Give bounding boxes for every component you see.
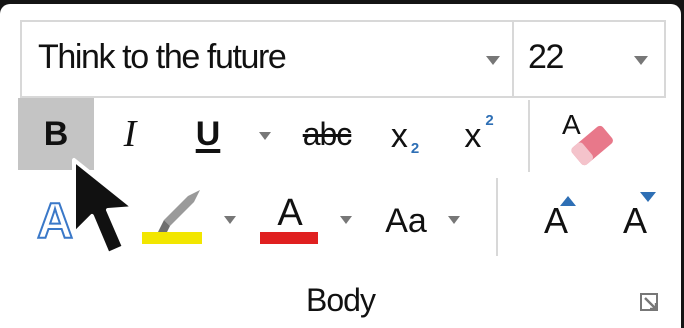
- font-color-letter: A: [277, 191, 303, 234]
- chevron-down-icon[interactable]: [634, 56, 648, 65]
- underline-button[interactable]: U: [188, 104, 228, 164]
- italic-label: I: [123, 113, 137, 155]
- clear-formatting-button[interactable]: A: [552, 102, 622, 172]
- change-case-button[interactable]: Aa: [378, 186, 434, 256]
- divider: [528, 100, 530, 172]
- subscript-x-label: x: [390, 116, 408, 155]
- font-ribbon-group: Think to the future 22 B I U abc x2 x2 A: [0, 4, 681, 328]
- eraser-icon: A: [562, 109, 613, 166]
- change-case-label: Aa: [385, 201, 427, 240]
- grow-font-button[interactable]: A: [526, 186, 586, 256]
- chevron-down-icon[interactable]: [486, 56, 500, 65]
- mouse-pointer-icon: [72, 158, 136, 256]
- bold-label: B: [43, 114, 69, 153]
- font-name-value[interactable]: Think to the future: [38, 38, 287, 77]
- underline-label: U: [195, 114, 221, 153]
- superscript-button[interactable]: x2: [454, 104, 504, 168]
- shrink-font-button[interactable]: A: [608, 186, 662, 256]
- superscript-x-label: x: [464, 116, 482, 155]
- strikethrough-label: abc: [302, 115, 353, 152]
- highlight-color-button[interactable]: [140, 186, 204, 256]
- shrink-font-label: A: [622, 200, 647, 241]
- italic-button[interactable]: I: [110, 104, 150, 164]
- grow-arrow-icon: [560, 196, 576, 206]
- paint-brush-icon: [156, 190, 200, 236]
- superscript-number-label: 2: [485, 111, 494, 129]
- strikethrough-button[interactable]: abc: [296, 104, 358, 164]
- divider: [496, 178, 498, 256]
- group-label: Body: [306, 282, 376, 318]
- subscript-button[interactable]: x2: [380, 104, 430, 168]
- shrink-arrow-icon: [640, 192, 656, 202]
- font-color-dropdown-icon[interactable]: [340, 216, 352, 224]
- font-name-combobox[interactable]: Think to the future: [20, 20, 512, 98]
- dialog-launcher-icon[interactable]: [639, 292, 661, 314]
- font-color-button[interactable]: A: [260, 186, 320, 256]
- font-size-combobox[interactable]: 22: [512, 20, 666, 98]
- subscript-number-label: 2: [410, 139, 420, 157]
- clear-formatting-letter: A: [562, 109, 581, 140]
- change-case-dropdown-icon[interactable]: [448, 216, 460, 224]
- highlight-dropdown-icon[interactable]: [224, 216, 236, 224]
- grow-font-label: A: [543, 200, 568, 241]
- font-color-bar: [260, 232, 318, 244]
- highlight-color-bar: [142, 232, 202, 244]
- font-size-value[interactable]: 22: [528, 38, 564, 77]
- underline-dropdown-icon[interactable]: [259, 132, 271, 140]
